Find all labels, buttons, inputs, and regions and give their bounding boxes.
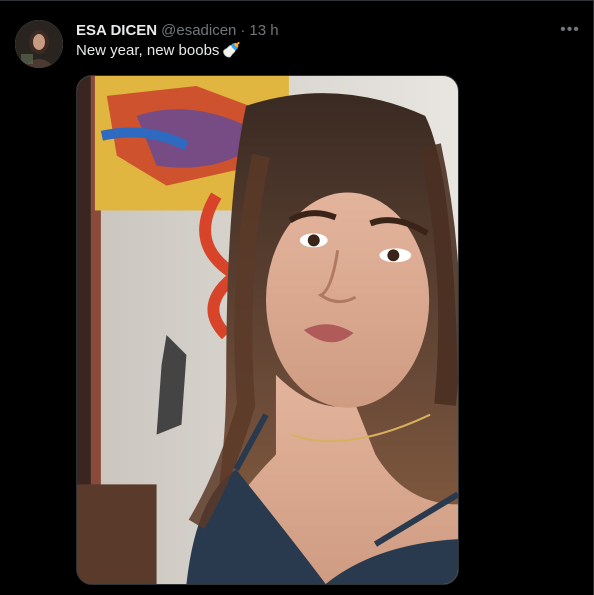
timestamp[interactable]: 13 h bbox=[249, 21, 278, 41]
display-name[interactable]: ESA DICEN bbox=[76, 21, 157, 41]
more-dots-icon[interactable]: ••• bbox=[559, 19, 581, 41]
avatar-image bbox=[15, 20, 63, 68]
avatar[interactable] bbox=[15, 20, 63, 68]
tweet-photo[interactable] bbox=[76, 75, 459, 585]
photo-image bbox=[77, 76, 458, 584]
tweet[interactable]: ESA DICEN @esadicen · 13 h ••• New year,… bbox=[0, 0, 594, 595]
baby-bottle-icon: 🍼 bbox=[222, 42, 242, 59]
tweet-header: ESA DICEN @esadicen · 13 h bbox=[76, 21, 279, 41]
tweet-text: New year, new boobs 🍼 bbox=[76, 41, 241, 61]
user-handle[interactable]: @esadicen bbox=[161, 21, 236, 41]
separator-dot: · bbox=[240, 22, 246, 39]
tweet-text-body: New year, new boobs bbox=[76, 42, 220, 59]
